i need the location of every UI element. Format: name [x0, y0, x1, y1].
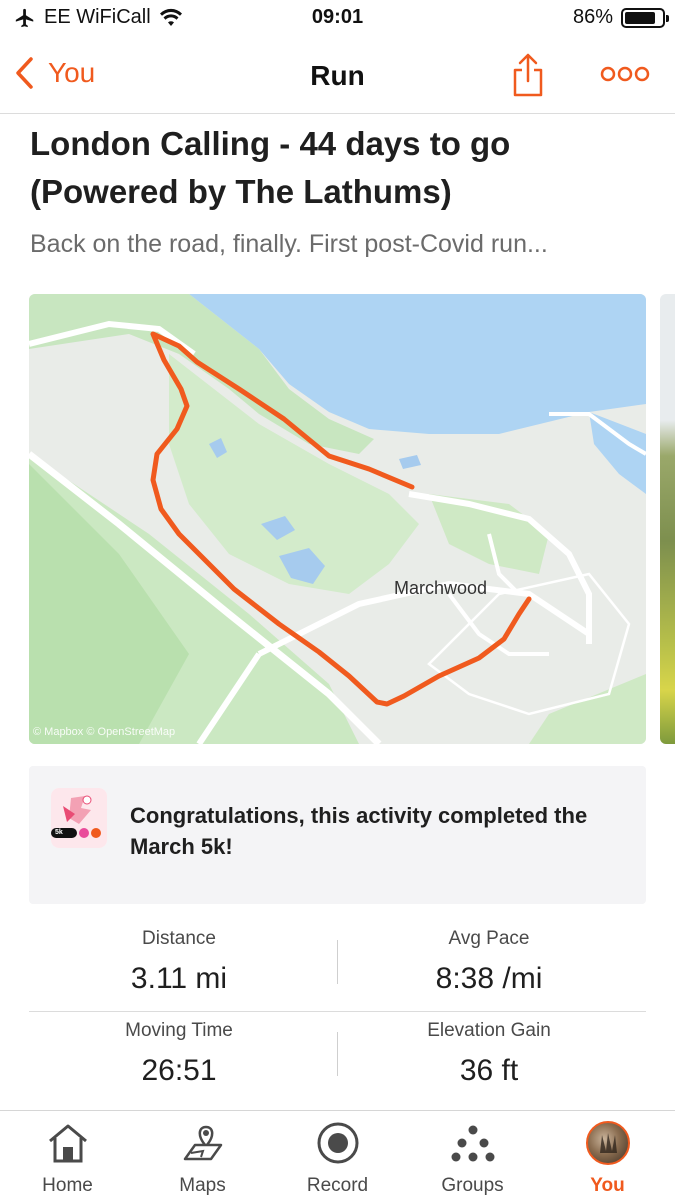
status-bar: EE WiFiCall 09:01 86%: [0, 0, 675, 36]
stats-row: Moving Time 26:51 Elevation Gain 36 ft: [29, 1012, 646, 1112]
stat-value: 36 ft: [459, 1054, 519, 1087]
tab-maps[interactable]: Maps: [135, 1111, 270, 1200]
activity-title: London Calling - 44 days to go (Powered …: [30, 125, 511, 210]
stat-value: 26:51: [141, 1054, 217, 1087]
map-place-label: Marchwood: [394, 578, 488, 598]
stat-divider: [337, 1032, 338, 1076]
photo-thumbnail[interactable]: [660, 294, 675, 744]
nav-bar: You Run: [0, 38, 675, 114]
tab-record[interactable]: Record: [270, 1111, 405, 1200]
stat-value: 3.11 mi: [130, 962, 228, 995]
challenge-badge: 5k: [51, 788, 107, 848]
stat-label: Moving Time: [125, 1020, 233, 1041]
stats-row: Distance 3.11 mi Avg Pace 8:38 /mi: [29, 920, 646, 1012]
maps-icon: [183, 1125, 223, 1161]
challenge-badge-text: 5k: [55, 829, 63, 836]
stat-label: Elevation Gain: [427, 1020, 551, 1041]
achievement-card[interactable]: 5k Congratulations, this activity comple…: [29, 766, 646, 904]
page-title: Run: [310, 60, 365, 91]
share-button[interactable]: [510, 52, 546, 98]
back-label: You: [48, 57, 96, 88]
route-map[interactable]: © Mapbox © OpenStreetMap: [29, 294, 646, 744]
chevron-left-icon: [16, 57, 33, 89]
stat-avg-pace: Avg Pace 8:38 /mi: [339, 928, 639, 996]
tab-groups[interactable]: Groups: [405, 1111, 540, 1200]
tab-label: Groups: [441, 1175, 504, 1196]
back-button[interactable]: You: [14, 56, 95, 90]
tab-home[interactable]: Home: [0, 1111, 135, 1200]
home-icon: [49, 1124, 87, 1163]
groups-icon: [451, 1125, 495, 1162]
achievement-text: Congratulations, this activity completed…: [130, 803, 588, 859]
avatar-image: [600, 1133, 617, 1153]
tab-label: You: [590, 1175, 625, 1196]
activity-description[interactable]: Back on the road, finally. First post-Co…: [30, 230, 650, 259]
tab-you[interactable]: You: [540, 1111, 675, 1200]
map-attribution: © Mapbox © OpenStreetMap: [33, 726, 176, 738]
battery-icon: [621, 7, 669, 28]
stat-divider: [337, 940, 338, 984]
status-right: 86%: [572, 6, 669, 29]
avatar: [586, 1121, 630, 1165]
stat-label: Avg Pace: [448, 928, 530, 949]
battery-percent: 86%: [572, 6, 613, 28]
share-icon: [513, 53, 543, 97]
stat-value: 8:38 /mi: [435, 962, 543, 995]
tab-label: Record: [306, 1175, 369, 1196]
more-button[interactable]: [600, 60, 650, 88]
map-canvas: [29, 294, 646, 744]
tab-bar: Home Maps Record Groups You: [0, 1110, 675, 1200]
stat-distance: Distance 3.11 mi: [29, 928, 329, 996]
stat-elevation-gain: Elevation Gain 36 ft: [339, 1020, 639, 1088]
more-icon: [600, 66, 650, 82]
stats-grid: Distance 3.11 mi Avg Pace 8:38 /mi Movin…: [29, 920, 646, 1112]
stat-label: Distance: [142, 928, 216, 949]
tab-label: Home: [42, 1175, 93, 1196]
challenge-badge-art: [51, 788, 107, 848]
stat-moving-time: Moving Time 26:51: [29, 1020, 329, 1088]
record-icon: [317, 1122, 359, 1164]
tab-label: Maps: [179, 1175, 226, 1196]
battery-fill: [625, 11, 656, 24]
